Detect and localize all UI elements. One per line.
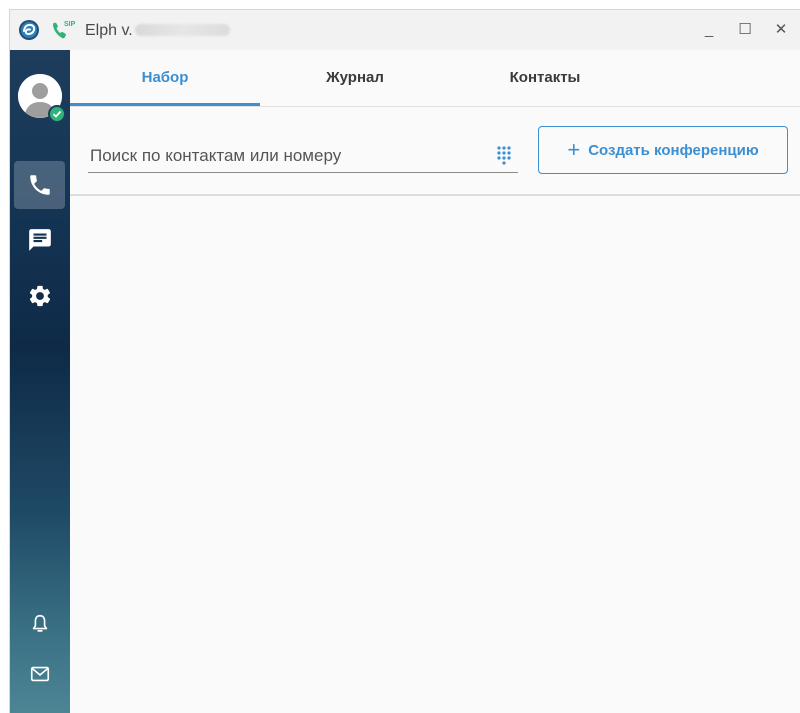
tab-log[interactable]: Журнал (260, 50, 450, 106)
status-online-badge (48, 105, 66, 123)
nav-notifications-button[interactable] (14, 600, 66, 648)
minimize-button[interactable]: _ (698, 20, 720, 40)
tab-contacts[interactable]: Контакты (450, 50, 640, 106)
app-logo-icon (19, 20, 39, 40)
window-title: Elph v. (85, 22, 133, 39)
tab-bar: Набор Журнал Контакты (70, 50, 800, 107)
gear-icon (29, 285, 51, 307)
mail-icon (30, 666, 50, 682)
nav-settings-button[interactable] (14, 272, 66, 320)
phone-icon (29, 175, 50, 195)
chat-icon (29, 229, 51, 251)
title-bar[interactable]: SIP Elph v. _ ☐ ✕ (10, 10, 800, 50)
tab-dial[interactable]: Набор (70, 50, 260, 106)
search-field[interactable] (88, 138, 518, 173)
redacted-version (135, 24, 230, 36)
nav-logout-button[interactable] (14, 700, 66, 713)
sidebar (10, 50, 70, 713)
plus-icon: + (567, 137, 581, 162)
svg-text:SIP: SIP (64, 21, 76, 28)
active-tab-indicator (70, 103, 260, 106)
app-window: SIP Elph v. _ ☐ ✕ Набор Журнал Контакты … (10, 10, 800, 713)
main-panel: Набор Журнал Контакты + Создать конферен… (70, 50, 800, 713)
create-conference-label: Создать конференцию (588, 141, 759, 159)
sip-phone-icon: SIP (53, 21, 76, 39)
search-input[interactable] (88, 142, 492, 170)
maximize-button[interactable]: ☐ (734, 20, 756, 40)
check-icon (52, 110, 62, 118)
content-divider (70, 194, 800, 196)
bell-icon (32, 614, 48, 632)
nav-mail-button[interactable] (14, 650, 66, 698)
dialpad-icon[interactable] (496, 145, 512, 165)
nav-calls-button[interactable] (14, 161, 65, 209)
close-button[interactable]: ✕ (770, 20, 792, 40)
create-conference-button[interactable]: + Создать конференцию (538, 126, 788, 174)
nav-messages-button[interactable] (14, 216, 66, 264)
